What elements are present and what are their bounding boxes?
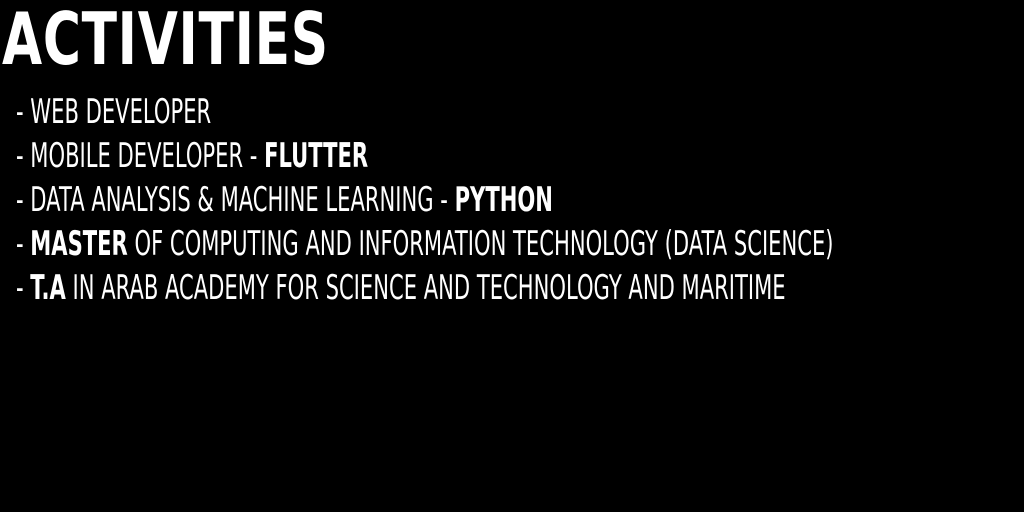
list-item-emphasis: MASTER bbox=[30, 224, 128, 264]
list-item: - DATA ANALYSIS & MACHINE LEARNING - PYT… bbox=[16, 180, 834, 224]
list-item-dash: - bbox=[16, 136, 31, 176]
list-item-dash: - bbox=[16, 224, 31, 264]
activities-list: - WEB DEVELOPER - MOBILE DEVELOPER - FLU… bbox=[16, 92, 1024, 312]
list-item: - WEB DEVELOPER bbox=[16, 92, 834, 136]
list-item: - T.A IN ARAB ACADEMY FOR SCIENCE AND TE… bbox=[16, 268, 834, 312]
list-item-emphasis: T.A bbox=[30, 268, 66, 308]
list-item-text: MOBILE DEVELOPER - bbox=[30, 136, 265, 176]
list-item-dash: - bbox=[16, 92, 31, 132]
list-item-dash: - bbox=[16, 268, 31, 308]
list-item-dash: - bbox=[16, 180, 31, 220]
list-item: - MASTER OF COMPUTING AND INFORMATION TE… bbox=[16, 224, 834, 268]
list-item-text-after: OF COMPUTING AND INFORMATION TECHNOLOGY … bbox=[127, 224, 834, 264]
list-item: - MOBILE DEVELOPER - FLUTTER bbox=[16, 136, 834, 180]
list-item-text: WEB DEVELOPER bbox=[30, 92, 212, 132]
list-item-emphasis: FLUTTER bbox=[264, 136, 369, 176]
list-item-emphasis: PYTHON bbox=[454, 180, 553, 220]
list-item-text-after: IN ARAB ACADEMY FOR SCIENCE AND TECHNOLO… bbox=[65, 268, 786, 308]
page-title: ACTIVITIES bbox=[2, 0, 329, 81]
list-item-text: DATA ANALYSIS & MACHINE LEARNING - bbox=[30, 180, 455, 220]
